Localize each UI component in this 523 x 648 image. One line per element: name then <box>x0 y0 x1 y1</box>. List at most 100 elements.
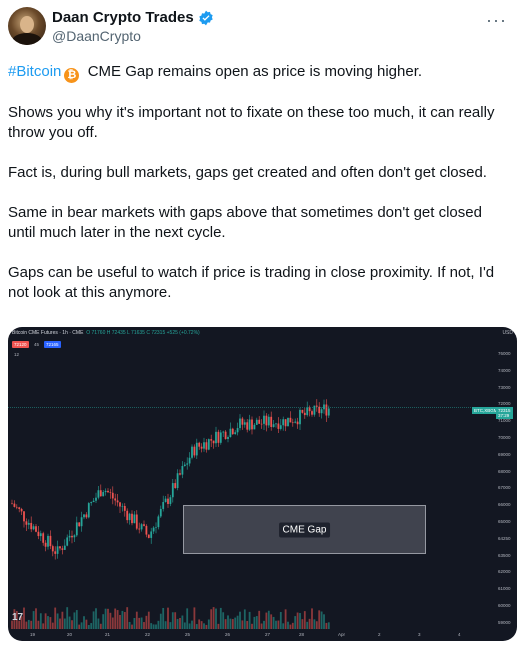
y-tick-label: 62000 <box>498 569 511 575</box>
volume-bar <box>205 624 208 629</box>
candle <box>116 500 119 503</box>
candle <box>61 548 64 550</box>
volume-bar <box>152 624 155 629</box>
candle <box>66 537 69 546</box>
candle <box>306 407 309 416</box>
volume-bar <box>27 619 30 629</box>
volume-bar <box>195 624 198 629</box>
volume-bar <box>66 607 69 629</box>
last-price-tag: 72315 37:29 <box>496 407 513 419</box>
volume-bar <box>143 622 145 629</box>
candle <box>121 505 124 507</box>
candle <box>248 419 251 430</box>
volume-bar <box>193 607 196 629</box>
volume-bar <box>109 612 112 629</box>
candle <box>239 418 241 429</box>
display-name-text[interactable]: Daan Crypto Trades <box>52 9 194 26</box>
candle <box>114 498 117 501</box>
volume-bar <box>133 617 136 629</box>
candle <box>241 418 244 425</box>
x-tick-label: 28 <box>299 632 305 637</box>
volume-bar <box>104 608 107 629</box>
volume-bar <box>59 618 61 629</box>
candle <box>11 503 13 505</box>
volume-bar <box>23 607 25 629</box>
chart-image[interactable]: Bitcoin CME Futures · 1h · CME O 71760 H… <box>8 327 517 641</box>
volume-bar <box>200 621 203 629</box>
candle <box>253 424 256 430</box>
candle <box>289 417 292 423</box>
candle <box>205 442 208 450</box>
volume-bar <box>210 609 213 629</box>
candle <box>145 525 148 535</box>
volume-bar <box>219 607 222 629</box>
y-tick-label: 76000 <box>498 351 511 356</box>
volume-bar <box>306 621 309 629</box>
x-tick-label: 25 <box>185 632 191 637</box>
sell-price-chip[interactable]: 72120 <box>12 341 29 348</box>
buy-price-chip[interactable]: 72165 <box>44 341 61 348</box>
volume-bar <box>97 618 100 629</box>
x-tick-label: Apr <box>338 632 346 637</box>
display-name[interactable]: Daan Crypto Trades <box>52 9 214 26</box>
x-tick-label: 3 <box>418 632 421 637</box>
y-tick-label: 66000 <box>498 502 511 508</box>
volume-bar <box>186 608 189 629</box>
candle <box>191 446 193 458</box>
volume-bar <box>179 617 181 629</box>
x-tick-label: 21 <box>105 632 111 637</box>
tradingview-logo[interactable]: 17 <box>12 612 23 623</box>
volume-bar <box>164 621 167 629</box>
volume-bar <box>135 611 138 629</box>
more-dots-icon[interactable]: ··· <box>486 10 507 31</box>
y-tick-label: 73000 <box>498 384 511 390</box>
candle <box>104 490 107 493</box>
candle <box>265 415 268 426</box>
candle <box>32 526 35 530</box>
candle <box>102 492 105 497</box>
candle <box>49 535 52 547</box>
volume-bar <box>320 611 323 629</box>
volume-bar <box>294 616 297 629</box>
y-tick-label: 70000 <box>498 435 511 440</box>
volume-bar <box>87 624 90 629</box>
volume-bar <box>90 623 93 629</box>
candle <box>258 419 261 424</box>
volume-bar <box>159 613 162 629</box>
candle <box>217 431 220 443</box>
tweet-paragraph-3: Fact is, during bull markets, gaps get c… <box>8 164 487 181</box>
candle <box>174 483 177 489</box>
candle <box>138 528 141 530</box>
candle <box>155 527 157 528</box>
volume-bar <box>155 624 157 629</box>
candle <box>25 521 28 525</box>
volume-bar <box>30 620 33 629</box>
x-tick-label: 20 <box>67 632 73 637</box>
candle <box>181 466 184 475</box>
tweet-text: #Bitcoin ₿ CME Gap remains open as price … <box>8 62 513 323</box>
y-tick-label: 68000 <box>498 468 511 474</box>
candle <box>68 535 71 538</box>
candle <box>263 415 265 424</box>
x-tick-label: 19 <box>30 632 36 637</box>
candle <box>71 535 73 538</box>
volume-bar <box>255 616 258 629</box>
volume-bar <box>85 619 88 629</box>
candle <box>39 533 42 537</box>
candle <box>15 506 18 508</box>
volume-bar <box>116 610 119 629</box>
avatar[interactable] <box>8 7 46 45</box>
candle <box>135 514 138 529</box>
user-handle[interactable]: @DaanCrypto <box>52 28 141 44</box>
volume-bar <box>279 611 282 629</box>
volume-bar <box>282 623 285 629</box>
volume-bar <box>68 616 71 629</box>
candle <box>23 511 25 522</box>
y-tick-label: 71000 <box>498 418 511 424</box>
volume-bar <box>325 622 328 629</box>
candle <box>279 425 282 429</box>
volume-bar <box>44 613 47 629</box>
volume-bar <box>51 622 54 629</box>
candle <box>212 440 215 444</box>
hashtag-link[interactable]: #Bitcoin <box>8 63 61 80</box>
